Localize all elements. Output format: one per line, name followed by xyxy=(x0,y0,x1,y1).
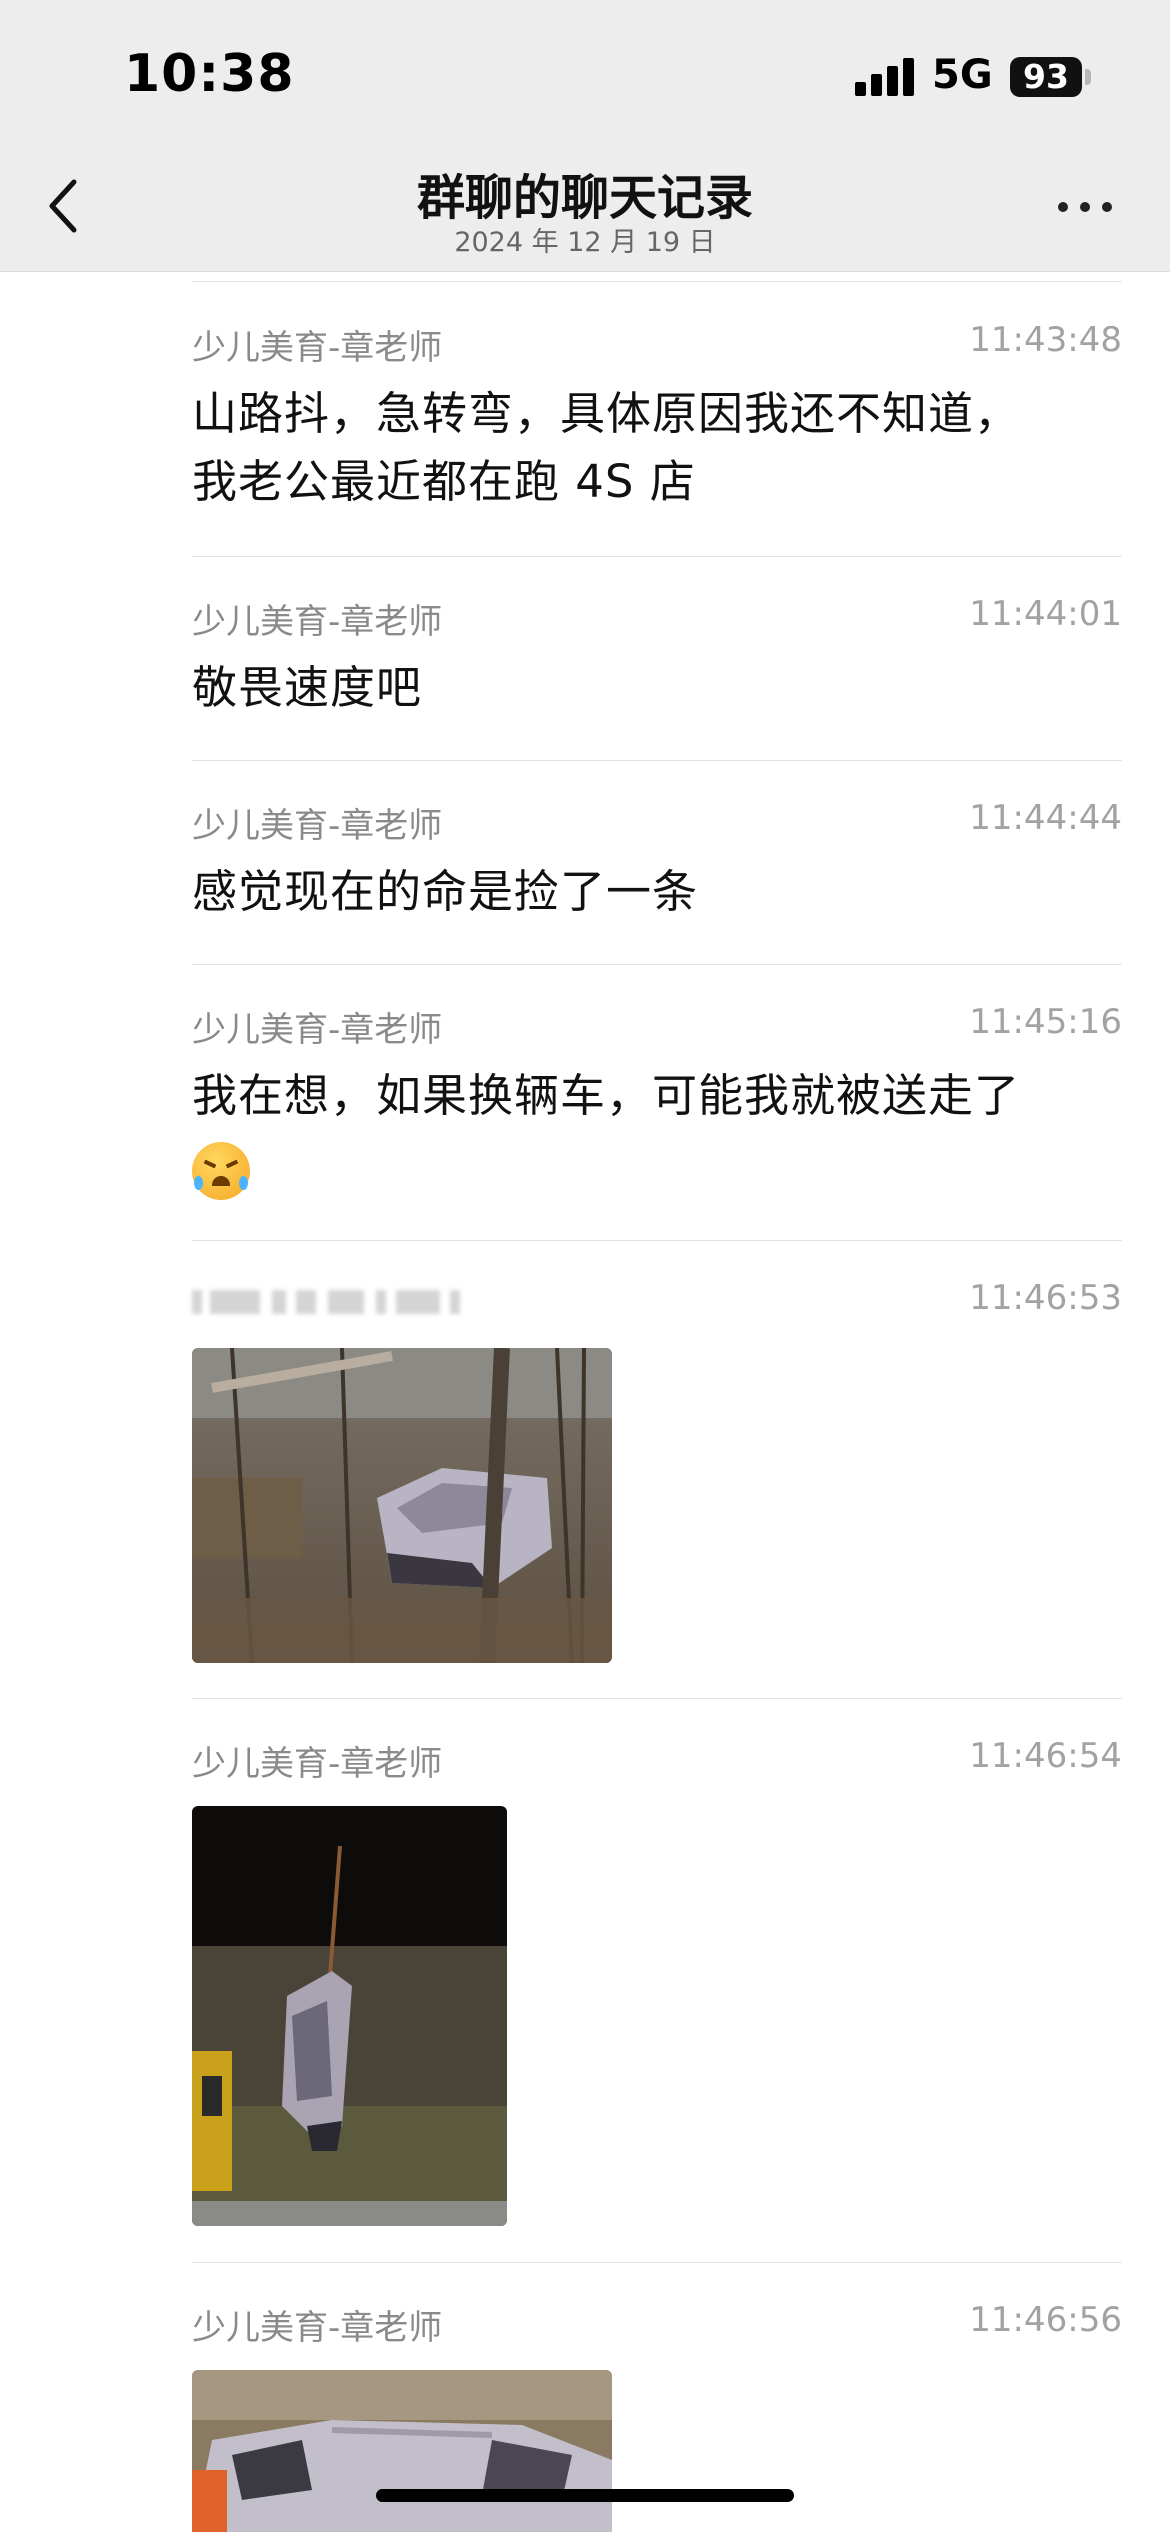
header-area: 10:38 5G 93 群聊的聊天记录 2024 年 12 月 19 日 xyxy=(0,0,1170,272)
message-text-line: 山路抖，急转弯，具体原因我还不知道， xyxy=(192,387,1021,440)
signal-bars-icon xyxy=(855,58,915,96)
message-sender: 少儿美育-章老师 xyxy=(192,1744,443,1784)
divider xyxy=(192,281,1122,282)
divider xyxy=(192,1240,1122,1241)
message-text-line: 感觉现在的命是捡了一条 xyxy=(192,865,699,918)
message-sender: 少儿美育-章老师 xyxy=(192,602,443,642)
page-title: 群聊的聊天记录 xyxy=(416,170,753,226)
message-time: 11:46:56 xyxy=(969,2300,1122,2340)
photo-crashed-car xyxy=(192,1348,612,1663)
message-item[interactable]: 少儿美育-章老师 11:45:16 我在想，如果换辆车，可能我就被送走了 xyxy=(192,1002,1122,1202)
network-type: 5G xyxy=(932,52,993,98)
message-item[interactable]: 少儿美育-章老师 11:44:44 感觉现在的命是捡了一条 xyxy=(192,798,1122,938)
message-text: 我在想，如果换辆车，可能我就被送走了 xyxy=(192,1062,1092,1202)
message-item[interactable]: 11:46:53 xyxy=(192,1278,1122,1678)
divider xyxy=(192,964,1122,965)
blurred-sender-name xyxy=(192,1282,462,1316)
message-time: 11:45:16 xyxy=(969,1002,1122,1042)
divider xyxy=(192,760,1122,761)
message-text-line: 我在想，如果换辆车，可能我就被送走了 xyxy=(192,1069,1021,1122)
message-time: 11:46:54 xyxy=(969,1736,1122,1776)
message-item[interactable]: 少儿美育-章老师 11:44:01 敬畏速度吧 xyxy=(192,594,1122,734)
message-time: 11:46:53 xyxy=(969,1278,1122,1318)
message-time: 11:44:01 xyxy=(969,594,1122,634)
divider xyxy=(192,2262,1122,2263)
message-photo[interactable] xyxy=(192,1806,507,2226)
battery-tip xyxy=(1085,69,1091,85)
crying-laughing-emoji-icon xyxy=(192,1142,250,1200)
more-button[interactable] xyxy=(1050,190,1120,220)
more-dot xyxy=(1102,202,1112,212)
message-sender: 少儿美育-章老师 xyxy=(192,328,443,368)
message-sender: 少儿美育-章老师 xyxy=(192,806,443,846)
message-time: 11:43:48 xyxy=(969,320,1122,360)
photo-car-lifted xyxy=(192,1806,507,2226)
message-time: 11:44:44 xyxy=(969,798,1122,838)
message-item[interactable]: 少儿美育-章老师 11:46:54 xyxy=(192,1736,1122,2246)
more-dot xyxy=(1080,202,1090,212)
battery-icon: 93 xyxy=(1010,57,1082,97)
message-text: 山路抖，急转弯，具体原因我还不知道， 我老公最近都在跑 4S 店 xyxy=(192,380,1092,516)
message-sender: 少儿美育-章老师 xyxy=(192,2308,443,2348)
message-text-line: 我老公最近都在跑 4S 店 xyxy=(192,455,696,508)
more-horizontal-icon xyxy=(1058,202,1068,212)
message-photo[interactable] xyxy=(192,2370,612,2532)
divider xyxy=(192,556,1122,557)
home-indicator[interactable] xyxy=(376,2489,794,2502)
message-sender: 少儿美育-章老师 xyxy=(192,1010,443,1050)
status-time: 10:38 xyxy=(124,44,295,104)
message-text: 感觉现在的命是捡了一条 xyxy=(192,858,1092,926)
divider xyxy=(192,1698,1122,1699)
message-text-line: 敬畏速度吧 xyxy=(192,661,423,714)
page-date: 2024 年 12 月 19 日 xyxy=(454,227,716,258)
message-photo[interactable] xyxy=(192,1348,612,1663)
message-item[interactable]: 少儿美育-章老师 11:43:48 山路抖，急转弯，具体原因我还不知道， 我老公… xyxy=(192,320,1122,520)
photo-damaged-car xyxy=(192,2370,612,2532)
message-text: 敬畏速度吧 xyxy=(192,654,1092,722)
